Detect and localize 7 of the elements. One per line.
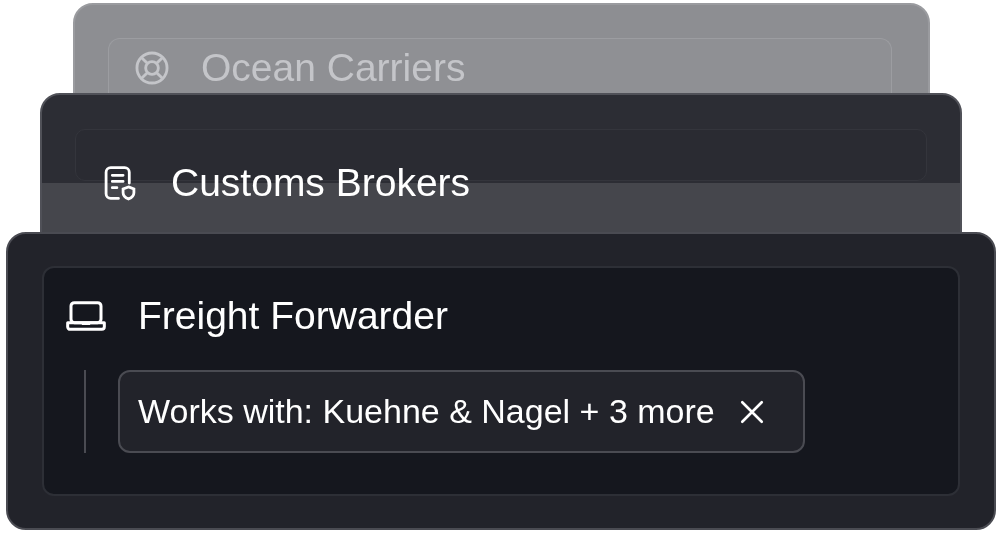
- laptop-icon: [66, 299, 106, 333]
- lifebuoy-icon: [133, 49, 171, 87]
- filter-chip[interactable]: Works with: Kuehne & Nagel + 3 more: [118, 370, 805, 453]
- card-title: Customs Brokers: [171, 161, 471, 205]
- document-shield-icon: [103, 164, 137, 202]
- card-title: Freight Forwarder: [138, 294, 448, 338]
- close-icon[interactable]: [738, 398, 765, 425]
